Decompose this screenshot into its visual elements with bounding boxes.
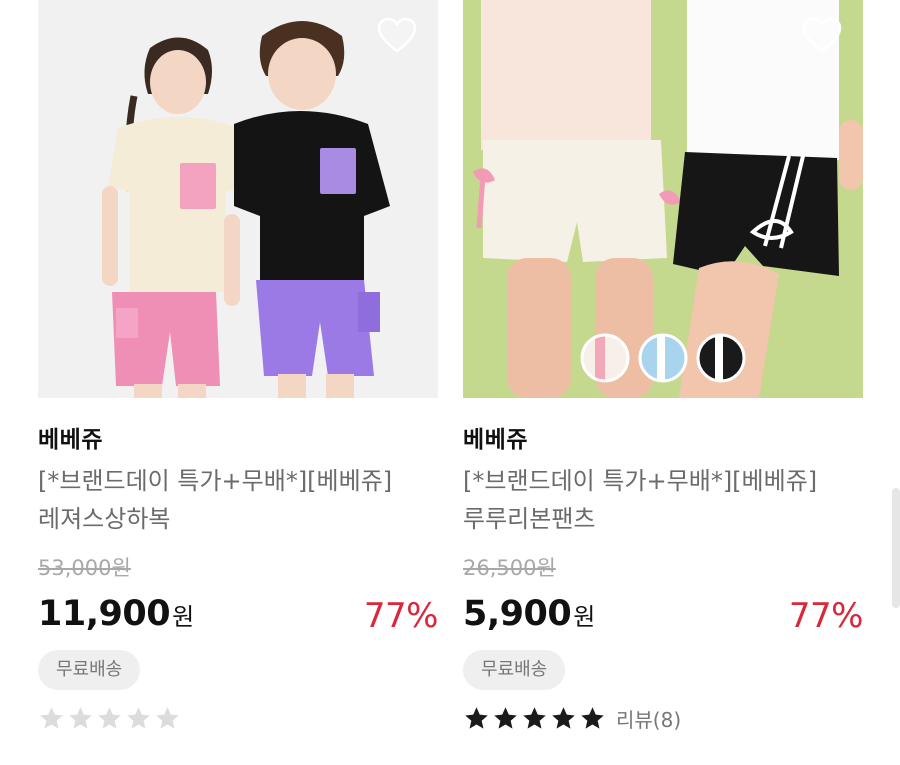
free-shipping-badge: 무료배송 <box>38 650 141 690</box>
star-icon <box>523 706 546 729</box>
sale-price-value: 5,900 <box>463 594 572 634</box>
star-icon <box>494 706 517 729</box>
star-icon <box>98 706 121 729</box>
sale-price: 11,900원 <box>38 594 194 634</box>
sale-price: 5,900원 <box>463 594 595 634</box>
scrollbar[interactable] <box>892 488 900 608</box>
star-icon <box>552 706 575 729</box>
swatch-blue[interactable] <box>637 332 689 384</box>
wishlist-heart-icon[interactable] <box>376 16 418 56</box>
free-shipping-badge: 무료배송 <box>463 650 566 690</box>
review-count[interactable]: 리뷰(8) <box>616 704 681 733</box>
product-title[interactable]: [*브랜드데이 특가+무배*][베베쥬] 레져스상하복 <box>38 462 438 538</box>
star-rating <box>38 703 183 733</box>
swatch-pink[interactable] <box>579 332 631 384</box>
discount-rate: 77% <box>788 596 864 636</box>
original-price: 53,000원 <box>38 556 131 580</box>
original-price: 26,500원 <box>463 556 556 580</box>
color-swatches <box>579 332 747 384</box>
star-icon <box>581 706 604 729</box>
wishlist-heart-icon[interactable] <box>801 16 843 56</box>
product-card[interactable]: 베베쥬 [*브랜드데이 특가+무배*][베베쥬] 루루리본팬츠 26,500원 … <box>463 0 864 732</box>
currency-label: 원 <box>172 603 194 631</box>
product-title[interactable]: [*브랜드데이 특가+무배*][베베쥬] 루루리본팬츠 <box>463 462 863 538</box>
swatch-black[interactable] <box>695 332 747 384</box>
price-row: 5,900원 77% <box>463 588 864 636</box>
product-card[interactable]: 베베쥬 [*브랜드데이 특가+무배*][베베쥬] 레져스상하복 53,000원 … <box>38 0 439 729</box>
star-icon <box>40 706 63 729</box>
product-image[interactable] <box>463 0 863 398</box>
sale-price-value: 11,900 <box>38 594 171 634</box>
discount-rate: 77% <box>363 596 439 636</box>
product-photo <box>38 0 438 398</box>
brand-name: 베베쥬 <box>38 427 103 453</box>
currency-label: 원 <box>573 603 595 631</box>
star-icon <box>465 706 488 729</box>
brand-name: 베베쥬 <box>463 427 528 453</box>
price-row: 11,900원 77% <box>38 588 439 636</box>
star-icon <box>69 706 92 729</box>
star-icon <box>127 706 150 729</box>
star-rating[interactable]: 리뷰(8) <box>463 703 681 733</box>
product-image[interactable] <box>38 0 438 398</box>
star-icon <box>156 706 179 729</box>
